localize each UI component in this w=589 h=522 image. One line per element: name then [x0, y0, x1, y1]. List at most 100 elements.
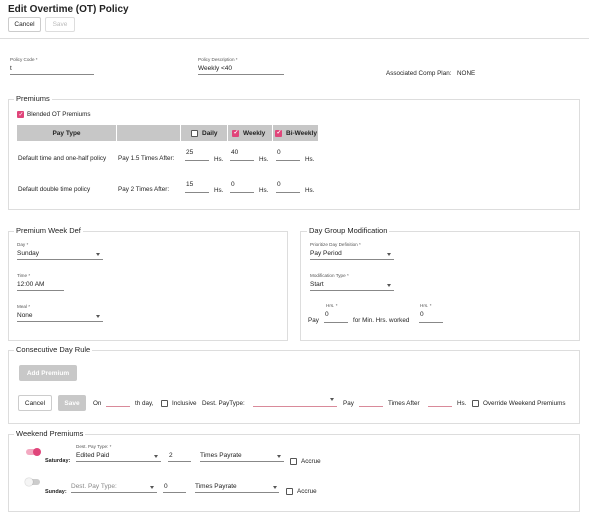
- weekly-input-row-2[interactable]: 0: [231, 181, 235, 188]
- cancel-button[interactable]: Cancel: [8, 17, 41, 32]
- th-day-label: th day,: [135, 400, 154, 407]
- saturday-multiplier-input[interactable]: 2: [169, 452, 173, 459]
- daily-underline-row-1: [185, 160, 209, 161]
- biweekly-unit-row-2: Hs.: [305, 187, 315, 194]
- weekly-unit-row-1: Hs.: [259, 156, 269, 163]
- biweekly-checkbox[interactable]: [275, 129, 282, 137]
- sunday-toggle[interactable]: [25, 478, 40, 486]
- saturday-dest-label: Dest. Pay Type: *: [76, 444, 112, 449]
- biweekly-input-row-2[interactable]: 0: [277, 181, 281, 188]
- sunday-payrate-select[interactable]: Times Payrate: [195, 483, 237, 490]
- sunday-multiplier-input[interactable]: 0: [164, 483, 168, 490]
- policy-code-input[interactable]: t: [10, 65, 12, 72]
- pay-label: Pay: [308, 317, 319, 324]
- policy-code-label: Policy Code *: [10, 57, 38, 62]
- modification-type-chevron-down-icon[interactable]: [387, 284, 391, 287]
- rule-row-1: Pay 1.5 Times After:: [118, 155, 175, 162]
- weekend-premiums-legend: Weekend Premiums: [14, 429, 86, 438]
- time-label: Time *: [17, 273, 31, 278]
- override-weekend-label: Override Weekend Premiums: [483, 400, 566, 407]
- sunday-multiplier-underline: [163, 492, 186, 493]
- on-day-input[interactable]: [106, 406, 130, 407]
- saturday-dest-chevron-down-icon[interactable]: [154, 455, 158, 458]
- daily-unit-row-1: Hs.: [214, 156, 224, 163]
- sunday-accrue-label: Accrue: [297, 488, 317, 495]
- day-chevron-down-icon[interactable]: [96, 253, 100, 256]
- comp-plan-value: NONE: [457, 70, 476, 77]
- saturday-accrue-label: Accrue: [301, 458, 321, 465]
- day-group-legend: Day Group Modification: [307, 226, 390, 235]
- policy-description-underline: [198, 74, 284, 75]
- consecutive-cancel-button[interactable]: Cancel: [18, 395, 52, 411]
- sunday-dest-chevron-down-icon[interactable]: [150, 486, 154, 489]
- weekly-underline-row-2: [230, 192, 254, 193]
- weekly-input-row-1[interactable]: 40: [231, 149, 238, 156]
- day-definition-chevron-down-icon[interactable]: [387, 253, 391, 256]
- day-definition-label: Prioritize Day Definition *: [310, 242, 361, 247]
- pay-hrs-input[interactable]: 0: [325, 311, 329, 318]
- pay-hrs-underline: [324, 322, 348, 323]
- on-label: On: [93, 400, 102, 407]
- dest-paytype-chevron-down-icon[interactable]: [330, 398, 334, 401]
- inclusive-checkbox[interactable]: [161, 400, 168, 407]
- pay-type-header: Pay Type: [17, 125, 116, 141]
- save-button[interactable]: Save: [45, 17, 75, 32]
- meal-chevron-down-icon[interactable]: [96, 315, 100, 318]
- meal-underline: [17, 321, 103, 322]
- saturday-label: Saturday:: [45, 458, 71, 464]
- biweekly-underline-row-1: [276, 160, 300, 161]
- times-after-label: Times After: [388, 400, 420, 407]
- hs-label: Hs.: [457, 400, 467, 407]
- add-premium-button[interactable]: Add Premium: [19, 365, 77, 381]
- policy-code-underline: [10, 74, 94, 75]
- meal-select[interactable]: None: [17, 312, 33, 319]
- time-input[interactable]: 12:00 AM: [17, 281, 44, 288]
- dest-paytype-label: Dest. PayType:: [202, 400, 245, 407]
- min-hrs-label: for Min. Hrs. worked: [353, 317, 410, 324]
- daily-input-row-1[interactable]: 25: [186, 149, 193, 156]
- modification-type-select[interactable]: Start: [310, 281, 324, 288]
- override-weekend-checkbox[interactable]: [472, 400, 479, 407]
- weekly-underline-row-1: [230, 160, 254, 161]
- saturday-payrate-underline: [200, 461, 284, 462]
- min-hrs-underline: [419, 322, 443, 323]
- saturday-dest-select[interactable]: Edited Paid: [76, 452, 109, 459]
- day-definition-underline: [310, 259, 394, 260]
- weekly-checkbox[interactable]: [232, 129, 239, 137]
- saturday-payrate-select[interactable]: Times Payrate: [200, 452, 242, 459]
- sunday-payrate-chevron-down-icon[interactable]: [273, 486, 277, 489]
- biweekly-input-row-1[interactable]: 0: [277, 149, 281, 156]
- saturday-toggle-knob: [33, 448, 41, 456]
- saturday-payrate-chevron-down-icon[interactable]: [277, 455, 281, 458]
- comp-plan-label: Associated Comp Plan:: [386, 70, 452, 77]
- day-underline: [17, 259, 103, 260]
- blended-ot-checkbox[interactable]: [17, 111, 24, 118]
- saturday-accrue-checkbox[interactable]: [290, 458, 297, 465]
- pay-multiplier-input[interactable]: [359, 406, 383, 407]
- biweekly-header-label: Bi-Weekly: [286, 129, 317, 137]
- daily-header: Daily: [181, 125, 227, 141]
- sunday-dest-select[interactable]: Dest. Pay Type:: [71, 483, 117, 490]
- daily-input-row-2[interactable]: 15: [186, 181, 193, 188]
- sunday-label: Sunday:: [45, 489, 67, 495]
- day-definition-select[interactable]: Pay Period: [310, 250, 342, 257]
- sunday-payrate-underline: [195, 492, 279, 493]
- saturday-multiplier-underline: [168, 461, 191, 462]
- modification-type-underline: [310, 290, 394, 291]
- sunday-accrue-checkbox[interactable]: [286, 488, 293, 495]
- day-label: Day *: [17, 242, 29, 247]
- consecutive-save-button[interactable]: Save: [58, 395, 86, 411]
- page-title: Edit Overtime (OT) Policy: [8, 4, 129, 15]
- saturday-toggle[interactable]: [26, 448, 41, 456]
- dest-paytype-select[interactable]: [253, 406, 337, 407]
- premium-week-def-section: [8, 231, 288, 341]
- times-after-input[interactable]: [428, 406, 452, 407]
- day-select[interactable]: Sunday: [17, 250, 39, 257]
- weekly-unit-row-2: Hs.: [259, 187, 269, 194]
- policy-description-input[interactable]: Weekly <40: [198, 65, 232, 72]
- pay-type-row-1: Default time and one-half policy: [18, 155, 107, 162]
- daily-header-label: Daily: [202, 129, 218, 137]
- daily-checkbox[interactable]: [191, 129, 198, 137]
- saturday-dest-underline: [76, 461, 161, 462]
- min-hrs-input[interactable]: 0: [420, 311, 424, 318]
